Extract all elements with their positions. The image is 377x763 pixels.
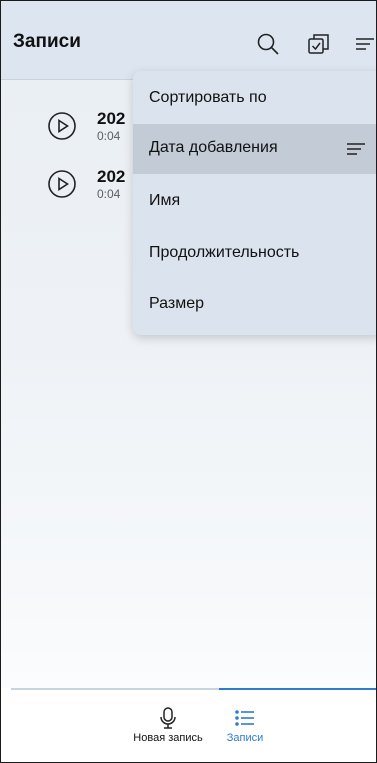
sort-option-name[interactable]: Имя: [133, 177, 376, 227]
sort-option-duration[interactable]: Продолжительность: [133, 229, 376, 279]
nav-label: Новая запись: [133, 732, 203, 744]
sort-menu-header: Сортировать по: [133, 71, 376, 121]
nav-recordings[interactable]: Записи: [223, 706, 267, 744]
screen: Записи 202 0:04 202 0:04 Сортировать по …: [0, 0, 377, 763]
sort-option-label: Дата добавления: [149, 139, 278, 156]
nav-label: Записи: [226, 732, 264, 744]
list-icon: [233, 706, 257, 730]
nav-new-recording[interactable]: Новая запись: [130, 706, 206, 744]
sort-option-label: Имя: [149, 192, 181, 209]
page-title: Записи: [13, 31, 81, 52]
sort-option-label: Продолжительность: [149, 244, 300, 261]
app-bar: Записи: [1, 1, 376, 80]
recording-name: 202: [97, 109, 126, 128]
search-icon[interactable]: [255, 31, 281, 57]
active-tab-indicator: [219, 688, 376, 690]
sort-option-size[interactable]: Размер: [133, 280, 376, 330]
microphone-icon: [156, 706, 180, 730]
recording-name: 202: [97, 167, 126, 186]
sort-menu: Сортировать по Дата добавления Имя Продо…: [133, 71, 376, 335]
recording-duration: 0:04: [97, 129, 121, 143]
sort-icon[interactable]: [353, 31, 376, 57]
recording-duration: 0:04: [97, 187, 121, 201]
play-icon[interactable]: [47, 111, 77, 141]
bottom-nav: Новая запись Записи: [1, 688, 376, 762]
sort-menu-title: Сортировать по: [149, 89, 267, 106]
select-icon[interactable]: [306, 31, 332, 57]
sort-option-date-added[interactable]: Дата добавления: [133, 124, 376, 174]
play-icon[interactable]: [47, 169, 77, 199]
sort-order-icon: [345, 139, 367, 159]
sort-option-label: Размер: [149, 295, 204, 312]
